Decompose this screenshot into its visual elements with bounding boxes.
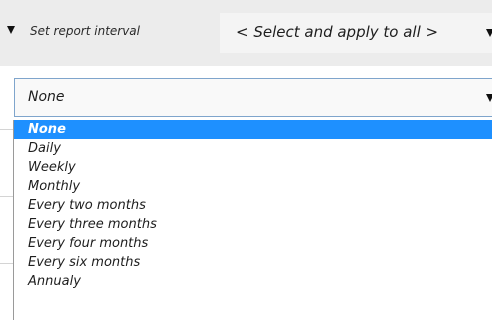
report-interval-dropdown-list[interactable]: None Daily Weekly Monthly Every two months Ev… [13,120,492,320]
dropdown-option[interactable]: Annualy [14,272,492,291]
report-interval-header: Set report interval < Select and apply t… [0,0,492,66]
dropdown-option[interactable]: None [14,120,492,139]
report-interval-label: Set report interval [30,24,140,38]
dropdown-option[interactable]: Every three months [14,215,492,234]
dropdown-option[interactable]: Weekly [14,158,492,177]
chevron-down-icon [486,29,492,37]
report-interval-select-value: None [28,89,65,105]
dropdown-option[interactable]: Monthly [14,177,492,196]
collapse-arrow-icon[interactable] [7,26,15,34]
dropdown-option[interactable]: Every six months [14,253,492,272]
chevron-down-icon [486,94,492,102]
report-interval-select[interactable]: None [14,78,492,117]
apply-all-select[interactable]: < Select and apply to all > [220,13,492,53]
dropdown-option[interactable]: Every two months [14,196,492,215]
dropdown-option[interactable]: Every four months [14,234,492,253]
apply-all-select-value: < Select and apply to all > [236,23,439,41]
dropdown-option[interactable]: Daily [14,139,492,158]
